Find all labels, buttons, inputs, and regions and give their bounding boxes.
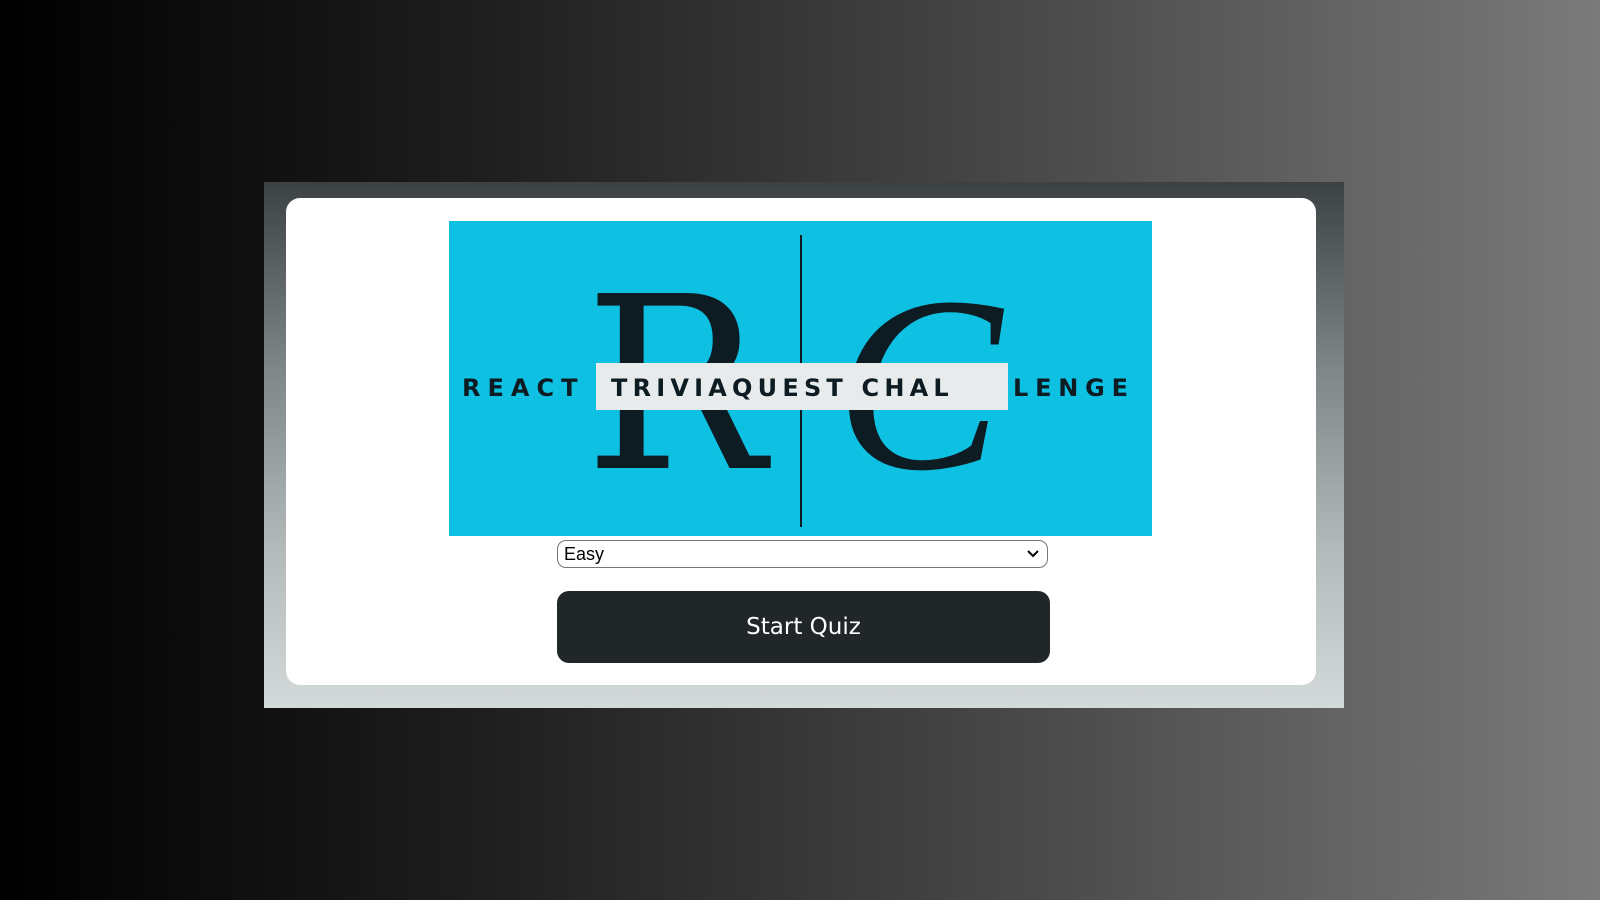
logo-text-react: REACT <box>462 374 584 402</box>
quiz-card: R C REACT TRIVIAQUEST CHAL LENGE Easy St… <box>286 198 1316 685</box>
start-quiz-button[interactable]: Start Quiz <box>557 591 1050 663</box>
difficulty-select[interactable]: Easy <box>557 540 1048 568</box>
logo-text-highlight: TRIVIAQUEST CHAL <box>611 374 954 402</box>
app-frame: R C REACT TRIVIAQUEST CHAL LENGE Easy St… <box>264 182 1344 708</box>
logo-text-lenge: LENGE <box>1013 374 1135 402</box>
app-logo: R C REACT TRIVIAQUEST CHAL LENGE <box>449 221 1152 536</box>
